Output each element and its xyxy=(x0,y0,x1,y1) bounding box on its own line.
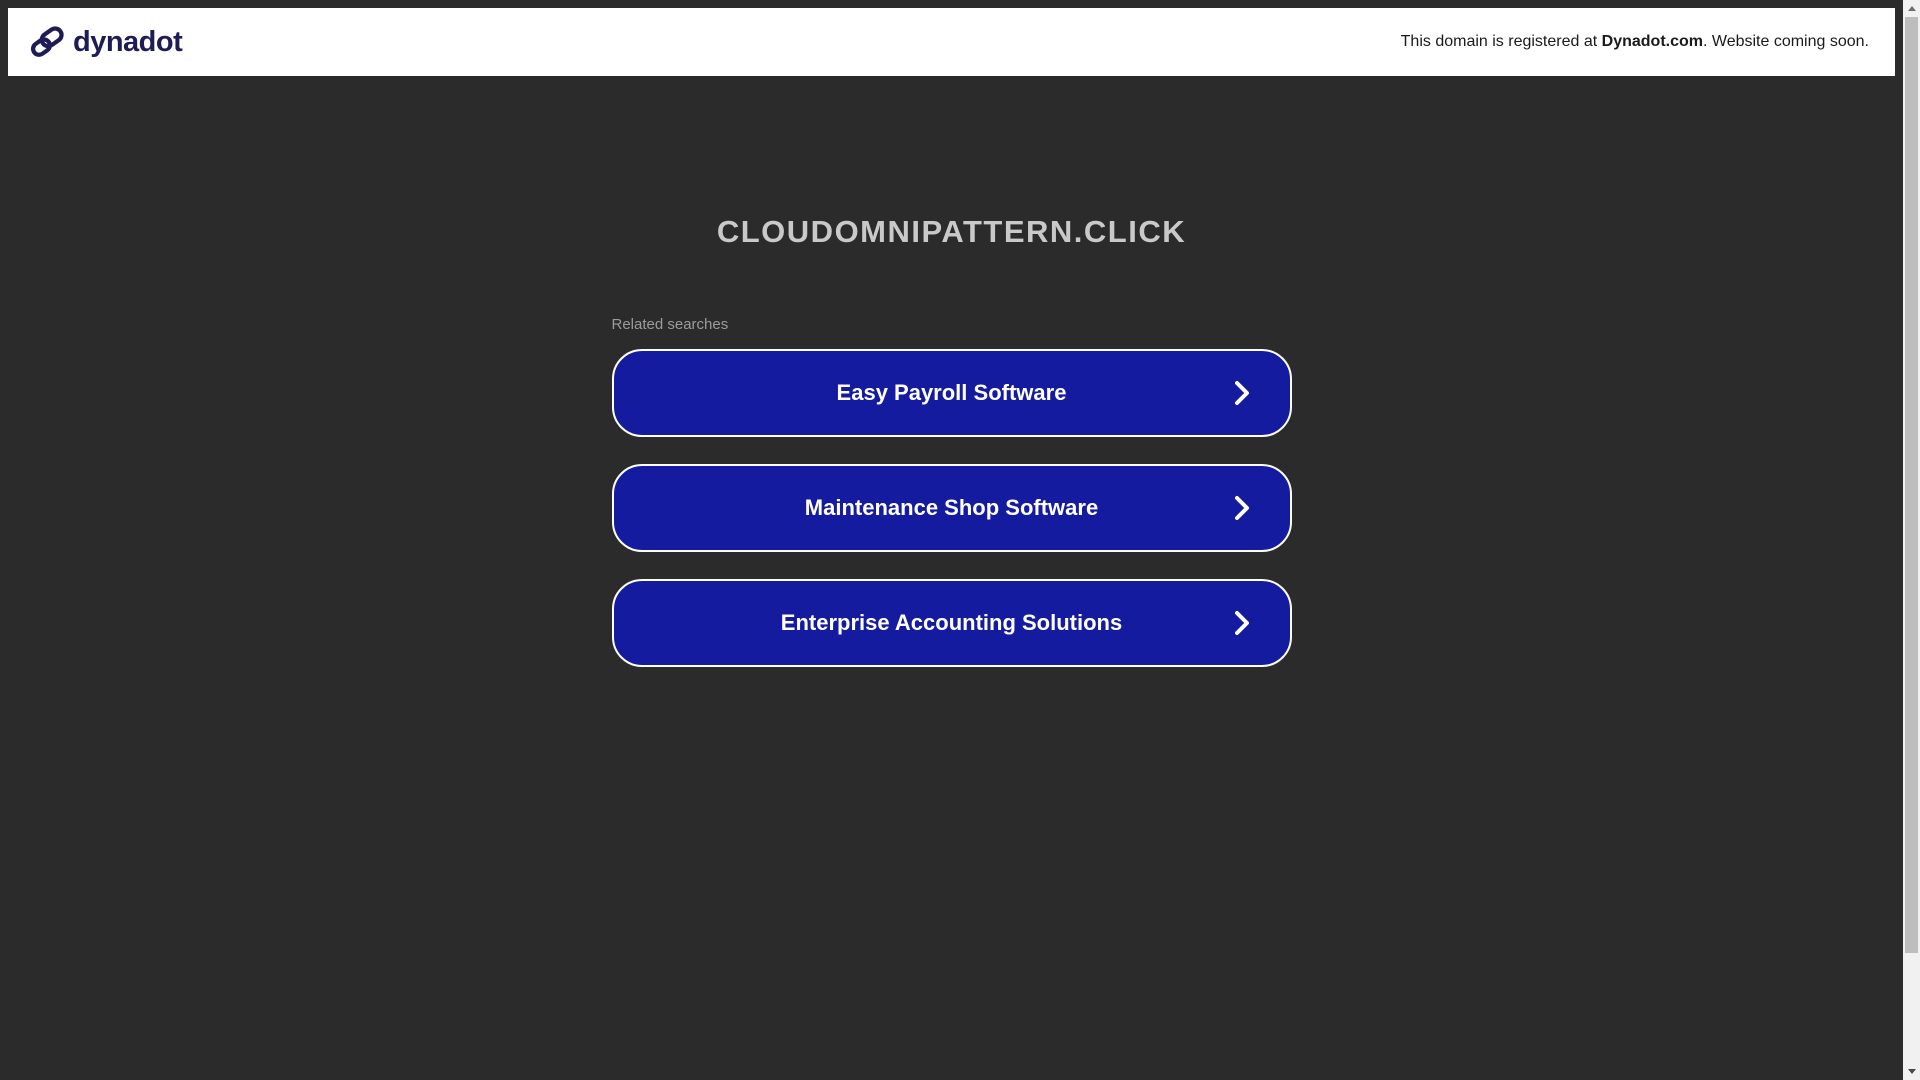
chevron-right-icon xyxy=(1232,609,1252,637)
related-search-button-easy-payroll[interactable]: Easy Payroll Software xyxy=(611,349,1292,437)
notice-suffix: . Website coming soon. xyxy=(1702,33,1869,50)
notice-prefix: This domain is registered at xyxy=(1400,33,1602,50)
chevron-right-icon xyxy=(1232,379,1252,407)
main-content: CLOUDOMNIPATTERN.CLICK Related searches … xyxy=(611,214,1292,667)
parked-domain-page: dynadot This domain is registered at Dyn… xyxy=(0,0,1903,1080)
triangle-up-icon xyxy=(1907,6,1916,11)
related-searches-label: Related searches xyxy=(611,316,729,333)
notice-brand: Dynadot.com xyxy=(1601,33,1703,50)
related-search-button-enterprise-accounting[interactable]: Enterprise Accounting Solutions xyxy=(611,579,1292,667)
scrollbar-up-button[interactable] xyxy=(1903,0,1920,17)
scrollbar[interactable] xyxy=(1903,0,1920,1080)
chain-link-icon xyxy=(30,25,64,59)
logo-wordmark: dynadot xyxy=(73,25,183,58)
domain-title: CLOUDOMNIPATTERN.CLICK xyxy=(716,214,1187,249)
dynadot-logo[interactable]: dynadot xyxy=(30,25,183,59)
triangle-down-icon xyxy=(1907,1069,1916,1074)
related-search-button-maintenance-shop[interactable]: Maintenance Shop Software xyxy=(611,464,1292,552)
chevron-right-icon xyxy=(1232,494,1252,522)
registration-notice: This domain is registered at Dynadot.com… xyxy=(1401,33,1869,51)
header-bar: dynadot This domain is registered at Dyn… xyxy=(8,8,1895,76)
scrollbar-thumb[interactable] xyxy=(1905,17,1918,953)
related-search-label: Easy Payroll Software xyxy=(836,380,1067,405)
scrollbar-down-button[interactable] xyxy=(1903,1063,1920,1080)
related-search-label: Enterprise Accounting Solutions xyxy=(780,610,1123,635)
related-search-label: Maintenance Shop Software xyxy=(804,495,1099,520)
